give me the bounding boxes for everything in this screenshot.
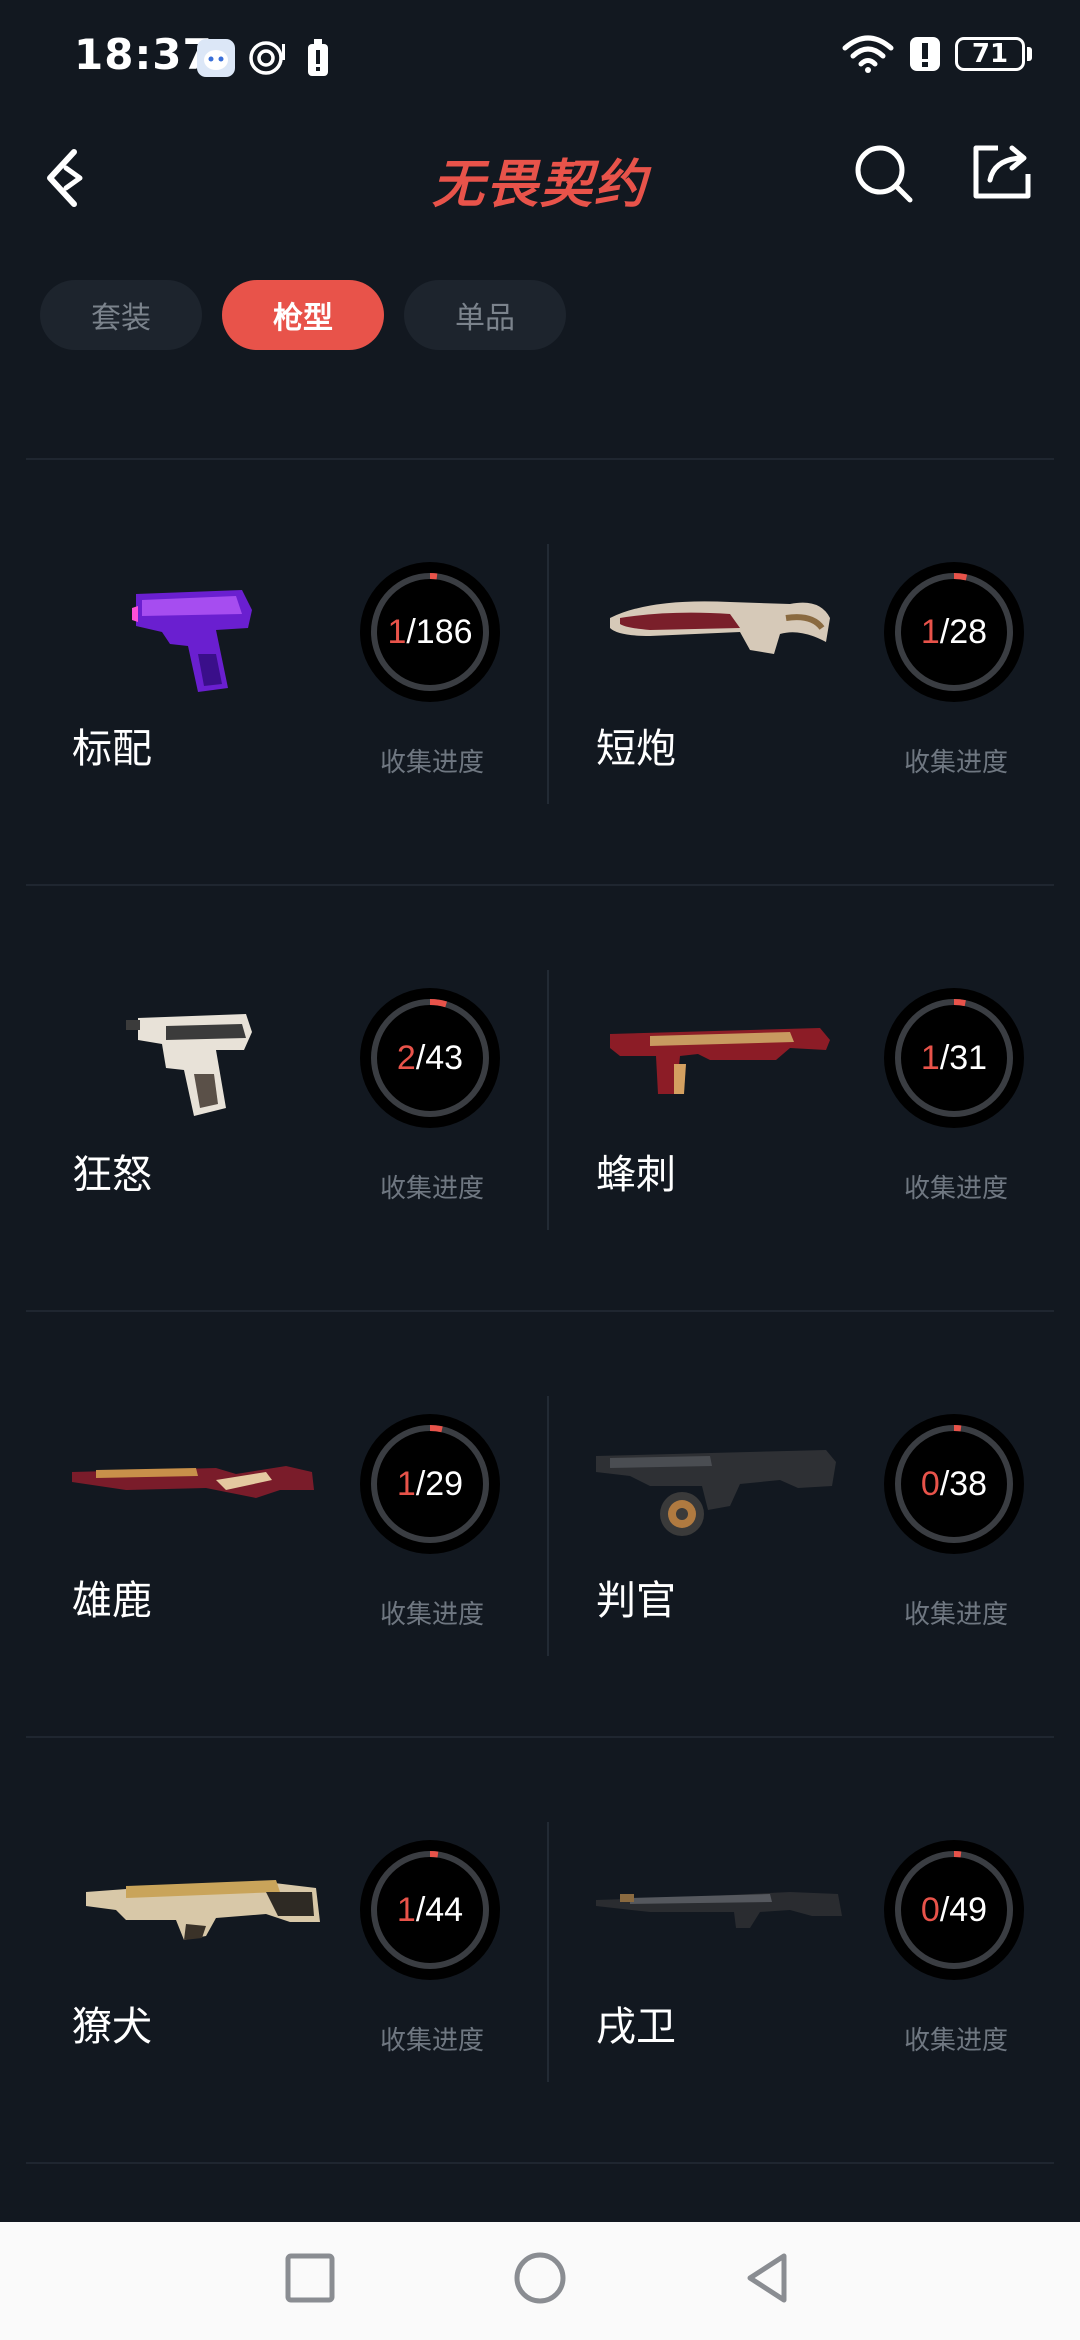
weapon-card-stinger[interactable]: 蜂刺 1/31 收集进度 [550, 884, 1064, 1310]
share-icon[interactable] [970, 140, 1034, 202]
total-count: /28 [939, 612, 988, 651]
collected-count: 2 [396, 1038, 416, 1077]
battery-tip [1027, 47, 1032, 61]
weapon-name: 獠犬 [72, 2004, 152, 2050]
progress-label: 收集进度 [904, 2026, 1009, 2056]
collected-count: 1 [920, 1038, 940, 1077]
progress-count: 0/38 [884, 1414, 1024, 1554]
progress-count: 1/31 [884, 988, 1024, 1128]
weapon-name: 短炮 [596, 726, 676, 772]
collected-count: 1 [920, 612, 940, 651]
weapon-card-shorty[interactable]: 短炮 1/28 收集进度 [550, 458, 1064, 884]
system-navigation-bar [0, 2222, 1080, 2340]
status-time: 18:37 [74, 30, 213, 79]
progress-label: 收集进度 [380, 2026, 485, 2056]
back-nav-icon[interactable] [740, 2250, 796, 2306]
progress-label: 收集进度 [380, 1174, 485, 1204]
status-bar: 18:37 71 [0, 0, 1080, 120]
tab-gun-types[interactable]: 枪型 [222, 280, 384, 350]
collected-count: 1 [387, 612, 407, 651]
progress-label: 收集进度 [904, 1174, 1009, 1204]
home-icon[interactable] [512, 2250, 568, 2306]
column-divider [547, 544, 549, 804]
judge-shotgun-image [596, 1450, 836, 1536]
bulldog-rifle-image [86, 1880, 320, 1940]
frenzy-pistol-image [126, 1014, 252, 1116]
progress-count: 1/29 [360, 1414, 500, 1554]
total-count: /31 [939, 1038, 988, 1077]
battery-alert-icon [308, 39, 328, 76]
weapon-card-bucky[interactable]: 雄鹿 1/29 收集进度 [26, 1310, 540, 1736]
collected-count: 0 [920, 1890, 940, 1929]
tab-single-items[interactable]: 单品 [404, 280, 566, 350]
guardian-rifle-image [596, 1892, 842, 1928]
battery-indicator: 71 [955, 37, 1025, 71]
collected-count: 1 [396, 1890, 416, 1929]
category-tabs: 套装 枪型 单品 [40, 280, 566, 350]
total-count: /186 [406, 612, 473, 651]
stinger-smg-image [610, 1028, 830, 1094]
search-icon[interactable] [852, 142, 914, 204]
total-count: /44 [415, 1890, 464, 1929]
app-notification-icon [197, 39, 235, 77]
column-divider [547, 1822, 549, 2082]
weapon-name: 雄鹿 [72, 1578, 152, 1624]
weapon-card-classic[interactable]: 标配 1/186 收集进度 [26, 458, 540, 884]
progress-count: 2/43 [360, 988, 500, 1128]
page-title: 无畏契约 [431, 155, 648, 215]
progress-label: 收集进度 [904, 748, 1009, 778]
collected-count: 0 [920, 1464, 940, 1503]
status-icons: 71 [841, 34, 1032, 74]
total-count: /38 [939, 1464, 988, 1503]
progress-label: 收集进度 [380, 1600, 485, 1630]
weapon-name: 狂怒 [72, 1152, 152, 1198]
progress-count: 0/49 [884, 1840, 1024, 1980]
column-divider [547, 970, 549, 1230]
classic-pistol-image [132, 590, 252, 692]
progress-count: 1/44 [360, 1840, 500, 1980]
progress-count: 1/28 [884, 562, 1024, 702]
tab-suits[interactable]: 套装 [40, 280, 202, 350]
weapon-name: 标配 [72, 726, 152, 772]
weapon-card-guardian[interactable]: 戌卫 0/49 收集进度 [550, 1736, 1064, 2162]
bucky-shotgun-image [72, 1466, 314, 1498]
app-header: 无畏契约 [0, 130, 1080, 250]
weapon-name: 判官 [596, 1578, 676, 1624]
recent-apps-icon[interactable] [284, 2252, 336, 2304]
total-count: /29 [415, 1464, 464, 1503]
collected-count: 1 [396, 1464, 416, 1503]
weapon-card-bulldog[interactable]: 獠犬 1/44 收集进度 [26, 1736, 540, 2162]
progress-count: 1/186 [360, 562, 500, 702]
weapon-card-judge[interactable]: 判官 0/38 收集进度 [550, 1310, 1064, 1736]
divider [26, 2162, 1054, 2164]
weapon-name: 蜂刺 [596, 1152, 676, 1198]
total-count: /49 [939, 1890, 988, 1929]
weapon-name: 戌卫 [596, 2004, 676, 2050]
total-count: /43 [415, 1038, 464, 1077]
hotspot-icon [249, 41, 285, 75]
progress-label: 收集进度 [904, 1600, 1009, 1630]
alert-icon [910, 37, 940, 71]
column-divider [547, 1396, 549, 1656]
weapon-card-frenzy[interactable]: 狂怒 2/43 收集进度 [26, 884, 540, 1310]
progress-label: 收集进度 [380, 748, 485, 778]
shorty-shotgun-image [610, 601, 830, 654]
wifi-icon [842, 35, 894, 73]
